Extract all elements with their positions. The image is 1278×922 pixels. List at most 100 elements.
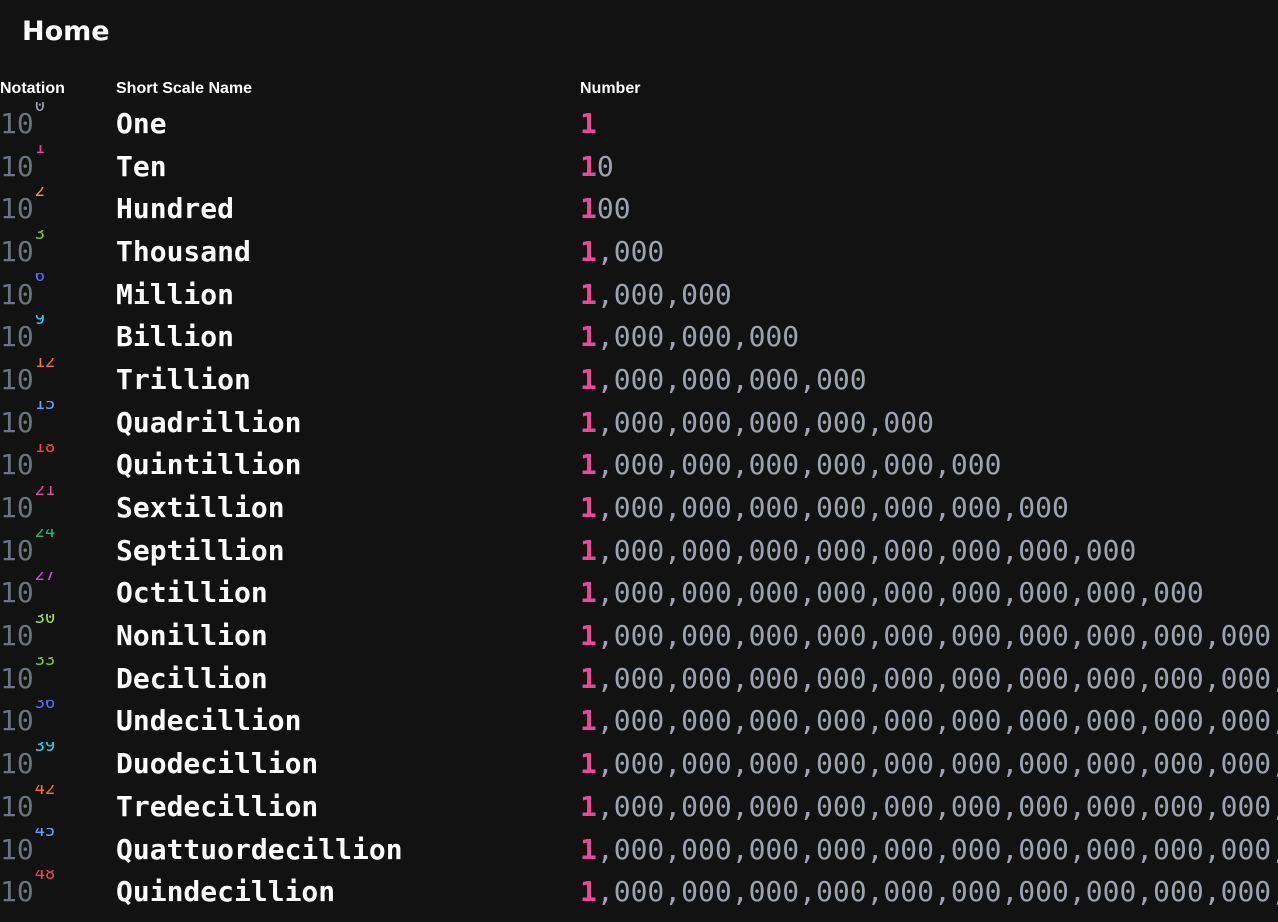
short-scale-name-cell: Trillion	[116, 362, 251, 396]
table-row: 1042 Tredecillion 1,000,000,000,000,000,00…	[0, 785, 1278, 828]
number-cell: 1	[580, 102, 1278, 145]
notation-exponent: 39	[34, 742, 56, 756]
notation-cell: 1033	[0, 657, 116, 700]
notation-exponent: 0	[34, 102, 45, 116]
notation-base: 10	[0, 704, 34, 738]
number-leading-digit: 1	[580, 320, 597, 354]
number-leading-digit: 1	[580, 832, 597, 866]
table-row: 1012 Trillion 1,000,000,000,000	[0, 358, 1278, 401]
short-scale-name-cell: Million	[116, 277, 235, 311]
short-scale-name-cell: Ten	[116, 149, 167, 183]
notation-cell: 109	[0, 315, 116, 358]
number-trailing-digits: ,000,000,000,000,000,000,000,000,000,000…	[596, 875, 1278, 909]
number-trailing-digits: 00	[596, 192, 631, 226]
notation-base: 10	[0, 192, 34, 226]
number-leading-digit: 1	[580, 619, 597, 653]
number-leading-digit: 1	[580, 789, 597, 823]
short-scale-name-cell: Quattuordecillion	[116, 832, 403, 866]
notation-cell: 1024	[0, 529, 116, 572]
number-trailing-digits: ,000,000,000,000,000,000,000,000,000,000…	[596, 661, 1278, 695]
notation-cell: 1015	[0, 401, 116, 444]
header-short-scale-name: Short Scale Name	[116, 80, 253, 97]
short-scale-name-cell: One	[116, 106, 167, 140]
number-trailing-digits: ,000,000,000,000,000,000,000,000,000,000	[596, 619, 1272, 653]
notation-base: 10	[0, 576, 34, 610]
notation-cell: 106	[0, 273, 116, 316]
notation-cell: 1012	[0, 358, 116, 401]
short-scale-name-cell: Undecillion	[116, 704, 302, 738]
number-cell: 1,000,000,000	[580, 315, 1278, 358]
short-scale-name-cell: Octillion	[116, 576, 268, 610]
notation-base: 10	[0, 619, 34, 653]
notation-exponent: 18	[34, 443, 56, 458]
short-scale-name-cell: Quintillion	[116, 448, 302, 482]
notation-base: 10	[0, 448, 34, 482]
number-leading-digit: 1	[580, 192, 597, 226]
number-cell: 1,000,000,000,000,000,000,000	[580, 486, 1278, 529]
table-row: 1039 Duodecillion 1,000,000,000,000,000,00…	[0, 742, 1278, 785]
short-scale-name-cell: Sextillion	[116, 491, 285, 525]
header-number: Number	[580, 80, 641, 97]
notation-exponent: 33	[34, 656, 56, 671]
number-leading-digit: 1	[580, 106, 597, 140]
number-trailing-digits: ,000,000,000,000,000,000,000,000,000,000…	[596, 832, 1278, 866]
notation-cell: 1045	[0, 828, 116, 871]
table-row: 109 Billion 1,000,000,000	[0, 315, 1278, 358]
notation-base: 10	[0, 533, 34, 567]
number-trailing-digits: ,000,000	[596, 277, 732, 311]
notation-exponent: 1	[34, 144, 45, 159]
notation-exponent: 15	[34, 400, 56, 415]
number-cell: 1,000,000,000,000,000	[580, 401, 1278, 444]
number-leading-digit: 1	[580, 405, 597, 439]
home-link[interactable]: Home	[22, 14, 110, 50]
table-row: 102 Hundred 100	[0, 187, 1278, 230]
notation-exponent: 45	[34, 827, 56, 842]
notation-exponent: 48	[34, 870, 56, 884]
notation-cell: 1042	[0, 785, 116, 828]
number-trailing-digits: ,000,000,000,000,000,000	[596, 448, 1002, 482]
number-leading-digit: 1	[580, 747, 597, 781]
number-trailing-digits: ,000,000,000,000	[596, 362, 867, 396]
notation-exponent: 2	[34, 187, 45, 201]
notation-base: 10	[0, 661, 34, 695]
notation-cell: 1039	[0, 742, 116, 785]
notation-base: 10	[0, 789, 34, 823]
table-row: 101 Ten 10	[0, 145, 1278, 188]
notation-cell: 101	[0, 145, 116, 188]
notation-exponent: 24	[34, 528, 56, 543]
table-row: 1015 Quadrillion 1,000,000,000,000,000	[0, 401, 1278, 444]
notation-base: 10	[0, 875, 34, 909]
number-leading-digit: 1	[580, 875, 597, 909]
notation-base: 10	[0, 362, 34, 396]
number-cell: 1,000,000,000,000,000,000,000,000	[580, 529, 1278, 572]
number-leading-digit: 1	[580, 149, 597, 183]
short-scale-name-cell: Hundred	[116, 192, 235, 226]
short-scale-name-cell: Quadrillion	[116, 405, 302, 439]
number-names-table: Notation Short Scale Name Number 100 One 1…	[0, 76, 1278, 913]
page: Home Notation Short Scale Name Number 10…	[0, 0, 1278, 922]
number-cell: 1,000,000,000,000,000,000,000,000,000	[580, 572, 1278, 615]
number-cell: 1,000,000	[580, 273, 1278, 316]
notation-cell: 102	[0, 187, 116, 230]
table-row: 1030 Nonillion 1,000,000,000,000,000,000,0…	[0, 614, 1278, 657]
number-cell: 1,000,000,000,000,000,000,000,000,000,00…	[580, 742, 1278, 785]
table-row: 1045 Quattuordecillion 1,000,000,000,000,0…	[0, 828, 1278, 871]
table-row: 1048 Quindecillion 1,000,000,000,000,000,0…	[0, 870, 1278, 913]
notation-exponent: 9	[34, 315, 45, 329]
table-row: 103 Thousand 1,000	[0, 230, 1278, 273]
number-cell: 10	[580, 145, 1278, 188]
number-leading-digit: 1	[580, 491, 597, 525]
notation-base: 10	[0, 277, 34, 311]
number-leading-digit: 1	[580, 448, 597, 482]
notation-base: 10	[0, 491, 34, 525]
table-row: 1024 Septillion 1,000,000,000,000,000,000,…	[0, 529, 1278, 572]
number-leading-digit: 1	[580, 576, 597, 610]
notation-cell: 100	[0, 102, 116, 145]
notation-base: 10	[0, 405, 34, 439]
number-cell: 1,000,000,000,000,000,000,000,000,000,00…	[580, 785, 1278, 828]
notation-base: 10	[0, 106, 34, 140]
notation-exponent: 3	[34, 230, 45, 244]
notation-cell: 1027	[0, 572, 116, 615]
short-scale-name-cell: Quindecillion	[116, 875, 336, 909]
number-leading-digit: 1	[580, 362, 597, 396]
